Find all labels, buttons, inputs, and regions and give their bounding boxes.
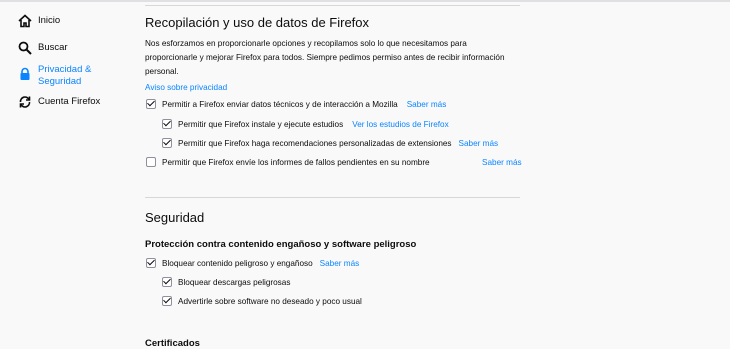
option-label: Advertirle sobre software no deseado y p… bbox=[178, 296, 362, 306]
option-send-technical-data[interactable]: Permitir a Firefox enviar datos técnicos… bbox=[146, 99, 446, 109]
checkbox[interactable] bbox=[146, 99, 156, 109]
sidebar-item-inicio[interactable]: Inicio bbox=[18, 14, 60, 28]
sidebar-item-label: Privacidad & Seguridad bbox=[38, 64, 92, 87]
home-icon bbox=[18, 14, 32, 28]
security-subheading: Protección contra contenido engañoso y s… bbox=[145, 239, 417, 250]
sidebar-item-label: Inicio bbox=[38, 15, 61, 26]
option-crash-reports[interactable]: Permitir que Firefox envíe los informes … bbox=[146, 157, 430, 167]
checkbox[interactable] bbox=[162, 296, 172, 306]
learn-more-link[interactable]: Saber más bbox=[482, 158, 522, 167]
certificates-heading: Certificados bbox=[145, 338, 200, 349]
section-divider bbox=[145, 5, 520, 6]
view-studies-link[interactable]: Ver los estudios de Firefox bbox=[352, 120, 448, 129]
checkbox[interactable] bbox=[146, 258, 156, 268]
checkbox[interactable] bbox=[162, 119, 172, 129]
section-divider bbox=[145, 197, 520, 198]
learn-more-link[interactable]: Saber más bbox=[459, 139, 499, 148]
lock-icon bbox=[18, 67, 32, 81]
sidebar-item-label: Cuenta Firefox bbox=[38, 96, 101, 107]
option-label: Permitir que Firefox haga recomendacione… bbox=[178, 138, 452, 148]
sidebar-item-cuenta[interactable]: Cuenta Firefox bbox=[18, 95, 100, 109]
option-label: Permitir que Firefox instale y ejecute e… bbox=[178, 119, 344, 129]
sidebar-item-buscar[interactable]: Buscar bbox=[18, 41, 68, 55]
option-label: Permitir a Firefox enviar datos técnicos… bbox=[162, 99, 398, 109]
sync-icon bbox=[18, 95, 32, 109]
option-extension-recommendations[interactable]: Permitir que Firefox haga recomendacione… bbox=[162, 138, 498, 148]
data-collection-description: Nos esforzamos en proporcionarle opcione… bbox=[145, 39, 505, 76]
option-label: Permitir que Firefox envíe los informes … bbox=[162, 157, 430, 167]
checkbox[interactable] bbox=[162, 277, 172, 287]
sidebar-item-label: Buscar bbox=[38, 42, 68, 53]
option-block-dangerous-downloads[interactable]: Bloquear descargas peligrosas bbox=[162, 277, 290, 287]
option-block-dangerous-content[interactable]: Bloquear contenido peligroso y engañoso … bbox=[146, 258, 359, 268]
privacy-notice-link[interactable]: Aviso sobre privacidad bbox=[145, 83, 227, 92]
checkbox[interactable] bbox=[146, 157, 156, 167]
sidebar: Inicio Buscar Privacidad & Seguridad Cue… bbox=[0, 0, 118, 345]
option-label: Bloquear contenido peligroso y engañoso bbox=[162, 258, 313, 268]
option-warn-unwanted-software[interactable]: Advertirle sobre software no deseado y p… bbox=[162, 296, 362, 306]
section-title-data-collection: Recopilación y uso de datos de Firefox bbox=[145, 15, 370, 30]
learn-more-link[interactable]: Saber más bbox=[407, 100, 447, 109]
option-studies[interactable]: Permitir que Firefox instale y ejecute e… bbox=[162, 119, 449, 129]
search-icon bbox=[18, 41, 32, 55]
option-label: Bloquear descargas peligrosas bbox=[178, 277, 291, 287]
learn-more-link[interactable]: Saber más bbox=[320, 259, 360, 268]
checkbox[interactable] bbox=[162, 138, 172, 148]
section-title-security: Seguridad bbox=[145, 210, 205, 225]
sidebar-item-privacidad[interactable]: Privacidad & Seguridad bbox=[18, 63, 100, 88]
